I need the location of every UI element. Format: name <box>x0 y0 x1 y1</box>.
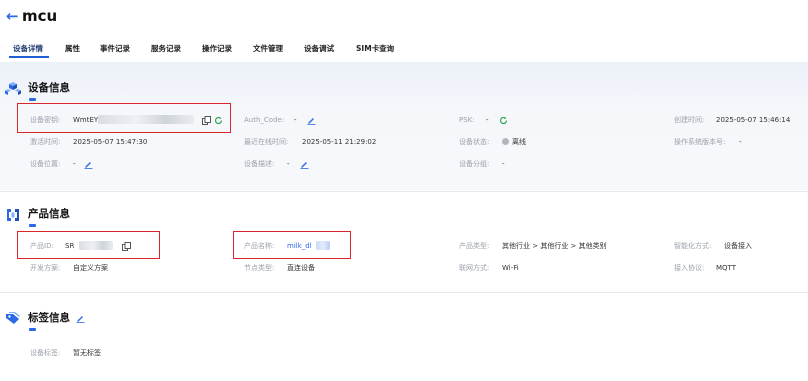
access-protocol-value: MQTT <box>716 264 736 272</box>
os-version-label: 操作系统版本号: <box>674 138 726 146</box>
refresh-icon[interactable] <box>499 116 508 125</box>
activated-time-label: 激活时间: <box>30 138 61 146</box>
section-divider <box>0 191 808 192</box>
tab-device-details[interactable]: 设备详情 <box>13 44 43 54</box>
tab-properties[interactable]: 属性 <box>65 44 80 54</box>
dev-plan-label: 开发方案: <box>30 264 61 272</box>
node-type-value: 直连设备 <box>287 264 315 272</box>
device-desc-label: 设备描述: <box>244 160 275 168</box>
product-name-redaction <box>316 241 330 250</box>
device-group-value: - <box>502 160 505 168</box>
dev-plan-value: 自定义方案 <box>73 264 108 272</box>
tab-operation-records[interactable]: 操作记录 <box>202 44 232 54</box>
device-status-label: 设备状态: <box>459 138 490 146</box>
back-arrow-icon[interactable]: ← <box>6 8 19 24</box>
auth-code-label: Auth_Code: <box>244 116 285 124</box>
last-online-label: 最近在线时间: <box>244 138 289 146</box>
tab-service-records[interactable]: 服务记录 <box>151 44 181 54</box>
tag-info-title: 标签信息 <box>28 312 70 324</box>
tab-bar: 设备详情 属性 事件记录 服务记录 操作记录 文件管理 设备调试 SIM卡查询 <box>0 40 808 60</box>
last-online-value: 2025-05-11 21:29:02 <box>302 138 377 146</box>
smart-mode-label: 智能化方式: <box>674 242 712 250</box>
created-time-value: 2025-05-07 15:46:14 <box>716 116 791 124</box>
device-info-title: 设备信息 <box>28 82 70 94</box>
product-type-value: 其他行业 > 其他行业 > 其他类别 <box>502 242 607 250</box>
created-time-label: 创建时间: <box>674 116 705 124</box>
product-id-redaction <box>79 241 113 250</box>
auth-code-value: - <box>294 116 297 124</box>
product-box-icon <box>5 208 21 222</box>
device-key-redaction <box>98 115 194 124</box>
product-id-label: 产品ID: <box>30 242 54 250</box>
offline-status-dot <box>502 138 509 145</box>
os-version-value: - <box>739 138 742 146</box>
device-location-label: 设备位置: <box>30 160 61 168</box>
tab-sim-query[interactable]: SIM卡查询 <box>356 44 394 54</box>
refresh-icon[interactable] <box>214 116 223 125</box>
edit-pencil-icon[interactable] <box>300 160 309 169</box>
edit-pencil-icon[interactable] <box>307 116 316 125</box>
device-cubes-icon <box>5 81 21 95</box>
tag-info-section: 标签信息 设备标签: 暂无标签 <box>0 293 808 381</box>
psk-label: PSK: <box>459 116 475 124</box>
node-type-label: 节点类型: <box>244 264 275 272</box>
device-tag-value: 暂无标签 <box>73 349 101 357</box>
section-title-mark <box>29 328 36 331</box>
device-status-value: 离线 <box>512 138 526 146</box>
product-id-value: SR <box>65 242 75 250</box>
product-info-section: 产品信息 产品ID: SR 产品名称: milk_dl 产品类型: 其他行业 >… <box>0 193 808 291</box>
tag-icon <box>5 311 21 325</box>
smart-mode-value: 设备接入 <box>724 242 752 250</box>
device-info-section: 设备信息 设备密钥: WmtEY Auth_Code: - PSK: - 创建时… <box>0 62 808 190</box>
product-info-title: 产品信息 <box>28 208 70 220</box>
edit-pencil-icon[interactable] <box>84 160 93 169</box>
network-mode-value: Wi-Fi <box>502 264 519 272</box>
activated-time-value: 2025-05-07 15:47:30 <box>73 138 148 146</box>
device-group-label: 设备分组: <box>459 160 490 168</box>
copy-icon[interactable] <box>202 116 211 125</box>
section-title-mark <box>29 224 36 227</box>
device-location-value: - <box>73 160 76 168</box>
product-name-link[interactable]: milk_dl <box>287 241 312 251</box>
product-name-label: 产品名称: <box>244 242 275 250</box>
device-key-value: WmtEY <box>73 116 99 124</box>
device-key-label: 设备密钥: <box>30 116 61 124</box>
product-type-label: 产品类型: <box>459 242 490 250</box>
device-desc-value: - <box>287 160 290 168</box>
psk-value: - <box>486 116 489 124</box>
tab-file-management[interactable]: 文件管理 <box>253 44 283 54</box>
tab-device-debug[interactable]: 设备调试 <box>304 44 334 54</box>
edit-pencil-icon[interactable] <box>76 314 85 323</box>
network-mode-label: 联网方式: <box>459 264 490 272</box>
section-title-mark <box>29 98 36 101</box>
device-tag-label: 设备标签: <box>30 349 61 357</box>
page-title: mcu <box>22 7 58 25</box>
active-tab-indicator <box>9 56 49 58</box>
page-header: ← mcu 设备详情 属性 事件记录 服务记录 操作记录 文件管理 设备调试 S… <box>0 0 808 62</box>
tab-event-records[interactable]: 事件记录 <box>100 44 130 54</box>
copy-icon[interactable] <box>122 242 131 251</box>
access-protocol-label: 接入协议: <box>674 264 705 272</box>
